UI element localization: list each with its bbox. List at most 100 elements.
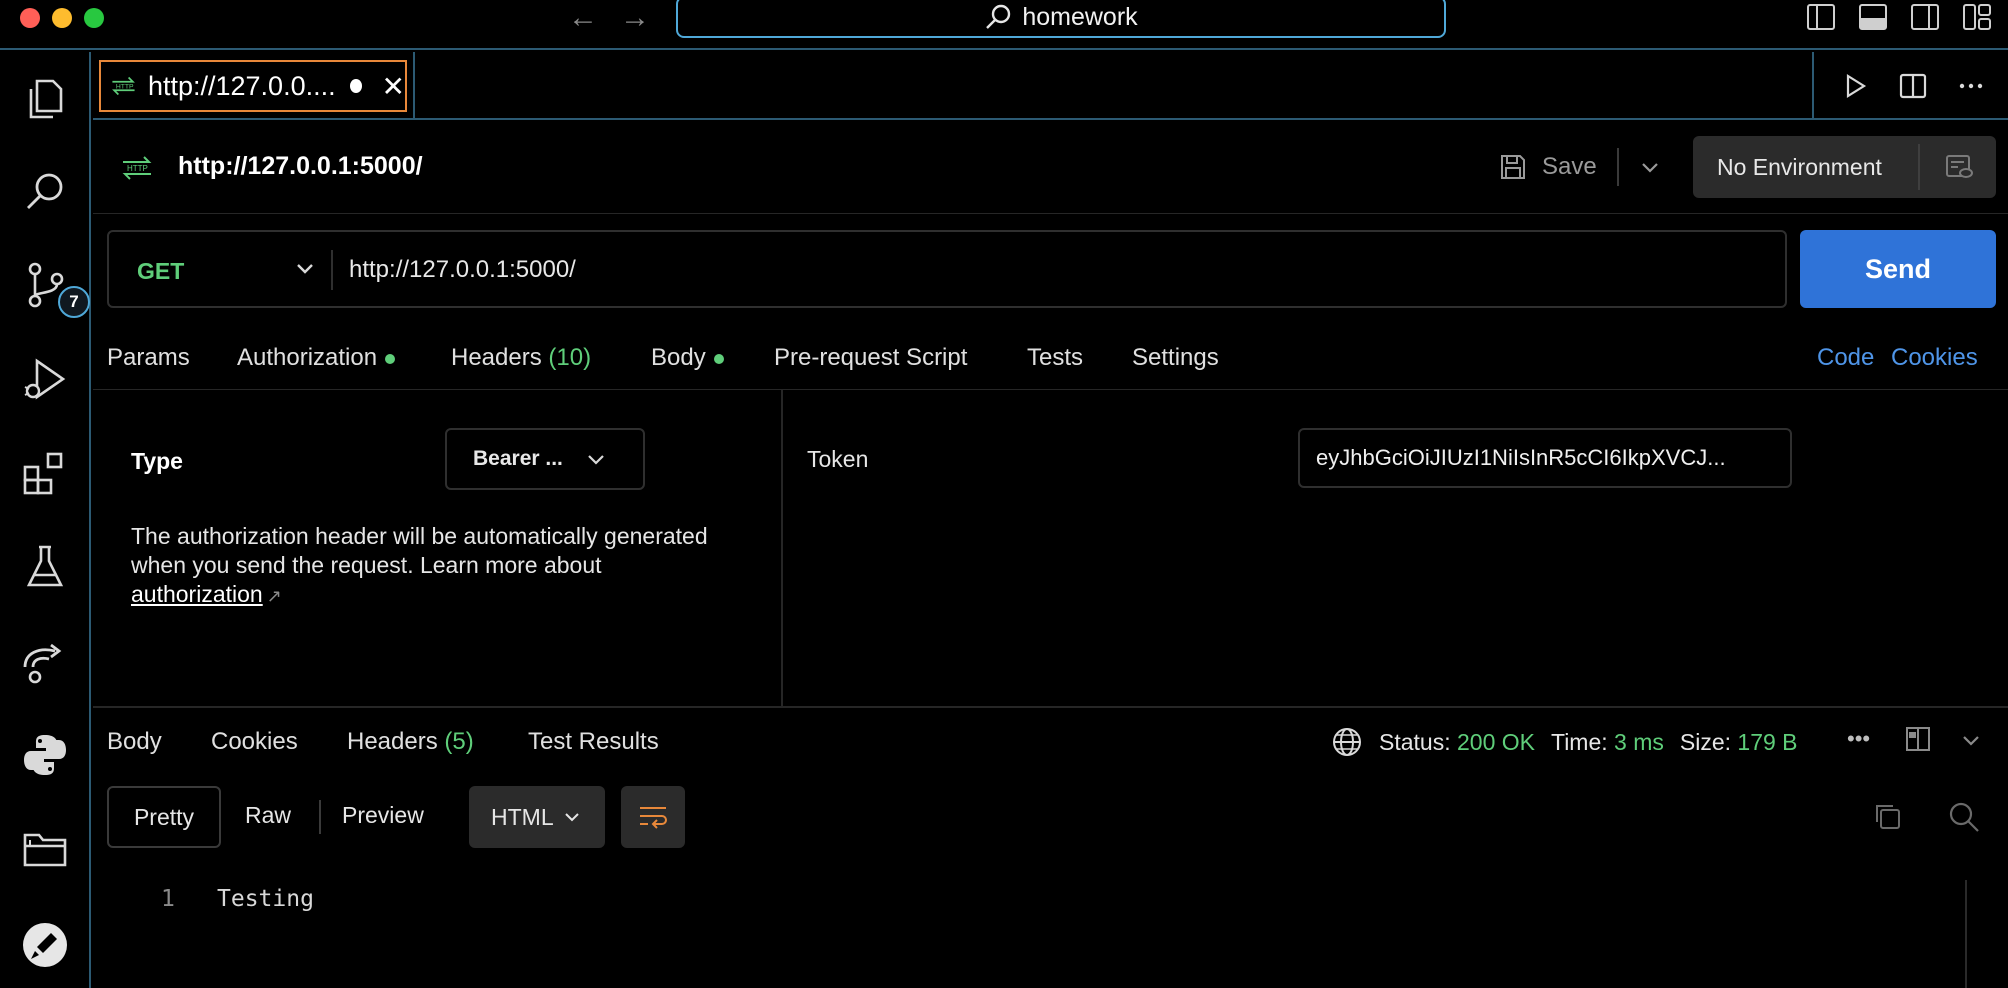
globe-icon[interactable] xyxy=(1331,726,1363,758)
status-value[interactable]: 200 OK xyxy=(1457,729,1535,755)
copy-icon[interactable] xyxy=(1871,800,1903,832)
extensions-icon xyxy=(23,452,63,495)
token-label: Token xyxy=(807,446,869,472)
method-chevron-down-icon[interactable] xyxy=(293,256,317,280)
tab-pre-request-script[interactable]: Pre-request Script xyxy=(774,344,967,372)
more-actions-icon[interactable] xyxy=(1956,71,1986,101)
environment-selector[interactable]: No Environment xyxy=(1693,136,1996,198)
view-divider xyxy=(319,800,321,834)
view-pretty-button[interactable]: Pretty xyxy=(107,786,221,848)
auth-type-value: Bearer ... xyxy=(473,447,563,470)
run-debug-button[interactable] xyxy=(18,352,72,406)
auth-type-select[interactable]: Bearer ... xyxy=(445,428,645,490)
split-editor-icon[interactable] xyxy=(1898,71,1928,101)
url-input[interactable]: http://127.0.0.1:5000/ xyxy=(349,256,576,284)
tab-settings[interactable]: Settings xyxy=(1132,344,1219,372)
size-value[interactable]: 179 B xyxy=(1737,729,1797,755)
files-icon xyxy=(29,79,63,119)
postman-icon xyxy=(23,923,67,967)
response-tab-headers[interactable]: Headers (5) xyxy=(347,728,474,756)
authorization-link[interactable]: authorization xyxy=(131,581,263,607)
search-response-icon[interactable] xyxy=(1947,800,1981,834)
view-preview-button[interactable]: Preview xyxy=(342,802,424,829)
status-label: Status: xyxy=(1379,728,1451,755)
svg-text:HTTP: HTTP xyxy=(116,84,134,91)
response-body-editor[interactable]: 1 Testing xyxy=(93,872,2008,988)
python-icon xyxy=(24,735,66,775)
view-raw-button[interactable]: Raw xyxy=(245,802,291,829)
postman-button[interactable] xyxy=(18,918,72,972)
editor-tab-strip: HTTP http://127.0.0.... ✕ xyxy=(93,52,2008,120)
http-request-icon: HTTP xyxy=(122,156,152,180)
time-label: Time: xyxy=(1551,728,1608,755)
command-center-search[interactable]: homework xyxy=(676,0,1446,38)
method-select[interactable]: GET xyxy=(137,258,184,285)
toggle-panel-icon[interactable] xyxy=(1858,2,1888,32)
close-tab-icon[interactable]: ✕ xyxy=(382,70,405,103)
scrollbar[interactable] xyxy=(1965,880,1967,988)
auth-type-label: Type xyxy=(131,448,183,474)
tab-authorization[interactable]: Authorization xyxy=(237,344,396,372)
search-button[interactable] xyxy=(18,164,72,218)
environment-quick-look-icon[interactable] xyxy=(1944,153,1974,181)
explorer-button[interactable] xyxy=(18,72,72,126)
wrap-lines-icon xyxy=(640,807,667,829)
request-header: HTTP http://127.0.0.1:5000/ Save No Envi… xyxy=(93,122,2008,214)
workspace-name: homework xyxy=(1022,2,1138,31)
testing-button[interactable] xyxy=(18,540,72,594)
send-button[interactable]: Send xyxy=(1800,230,1996,308)
save-icon[interactable] xyxy=(1498,152,1528,182)
chevron-down-icon xyxy=(564,813,579,822)
run-icon[interactable] xyxy=(1840,71,1870,101)
source-control-button[interactable]: 7 xyxy=(18,258,90,318)
toggle-layout-icon[interactable] xyxy=(1903,724,1933,754)
response-tab-body[interactable]: Body xyxy=(107,728,162,756)
line-number: 1 xyxy=(161,886,175,912)
size-label: Size: xyxy=(1679,728,1732,755)
python-button[interactable] xyxy=(18,728,72,782)
code-link[interactable]: Code xyxy=(1817,344,1874,372)
auth-token-panel: Token eyJhbGciOiJIUzI1NiIsInR5cCI6IkpXVC… xyxy=(785,390,2008,706)
format-select[interactable]: HTML xyxy=(469,786,605,848)
collapse-chevron-icon[interactable] xyxy=(1959,728,1983,752)
tab-body[interactable]: Body xyxy=(651,344,724,372)
response-tab-cookies[interactable]: Cookies xyxy=(211,728,298,756)
time-value[interactable]: 3 ms xyxy=(1614,729,1664,755)
close-window-button[interactable] xyxy=(20,8,40,28)
headers-count: (10) xyxy=(548,344,592,371)
maximize-window-button[interactable] xyxy=(84,8,104,28)
response-tabs: Body Cookies Headers (5) Test Results St… xyxy=(93,708,2008,774)
save-button[interactable]: Save xyxy=(1542,153,1597,181)
customize-layout-icon[interactable] xyxy=(1962,2,1992,32)
back-arrow-icon[interactable]: ← xyxy=(568,2,598,34)
minimize-window-button[interactable] xyxy=(52,8,72,28)
forward-arrow-icon[interactable]: → xyxy=(620,2,650,34)
response-more-icon[interactable]: ••• xyxy=(1847,726,1870,752)
tab-label: http://127.0.0.... xyxy=(147,70,336,101)
environment-divider xyxy=(1918,144,1920,190)
cookies-link[interactable]: Cookies xyxy=(1891,344,1978,372)
response-view-toolbar: Pretty Raw Preview HTML xyxy=(107,786,1987,848)
token-field[interactable]: eyJhbGciOiJIUzI1NiIsInR5cCI6IkpXVCJ... xyxy=(1298,428,1792,488)
search-icon xyxy=(27,173,63,209)
project-manager-button[interactable] xyxy=(18,822,72,876)
request-title[interactable]: http://127.0.0.1:5000/ xyxy=(178,152,423,181)
toggle-primary-sidebar-icon[interactable] xyxy=(1806,2,1836,32)
tab-params[interactable]: Params xyxy=(107,344,190,372)
wrap-lines-button[interactable] xyxy=(621,786,685,848)
save-options-chevron-icon[interactable] xyxy=(1639,156,1661,178)
extensions-button[interactable] xyxy=(18,446,72,500)
tab-tests[interactable]: Tests xyxy=(1027,344,1083,372)
toggle-secondary-sidebar-icon[interactable] xyxy=(1910,2,1940,32)
editor-tab-request[interactable]: HTTP http://127.0.0.... ✕ xyxy=(99,60,407,112)
remote-explorer-button[interactable] xyxy=(18,634,72,688)
auth-description: The authorization header will be automat… xyxy=(131,522,731,611)
response-tab-test-results[interactable]: Test Results xyxy=(528,728,659,756)
tab-authorization-label: Authorization xyxy=(237,344,378,371)
external-link-icon: ↗ xyxy=(266,586,282,606)
url-bar: GET http://127.0.0.1:5000/ xyxy=(107,230,1787,308)
code-line[interactable]: Testing xyxy=(217,886,314,912)
activity-bar: 7 xyxy=(0,52,91,988)
tab-body-label: Body xyxy=(651,344,706,371)
tab-headers[interactable]: Headers (10) xyxy=(451,344,591,372)
